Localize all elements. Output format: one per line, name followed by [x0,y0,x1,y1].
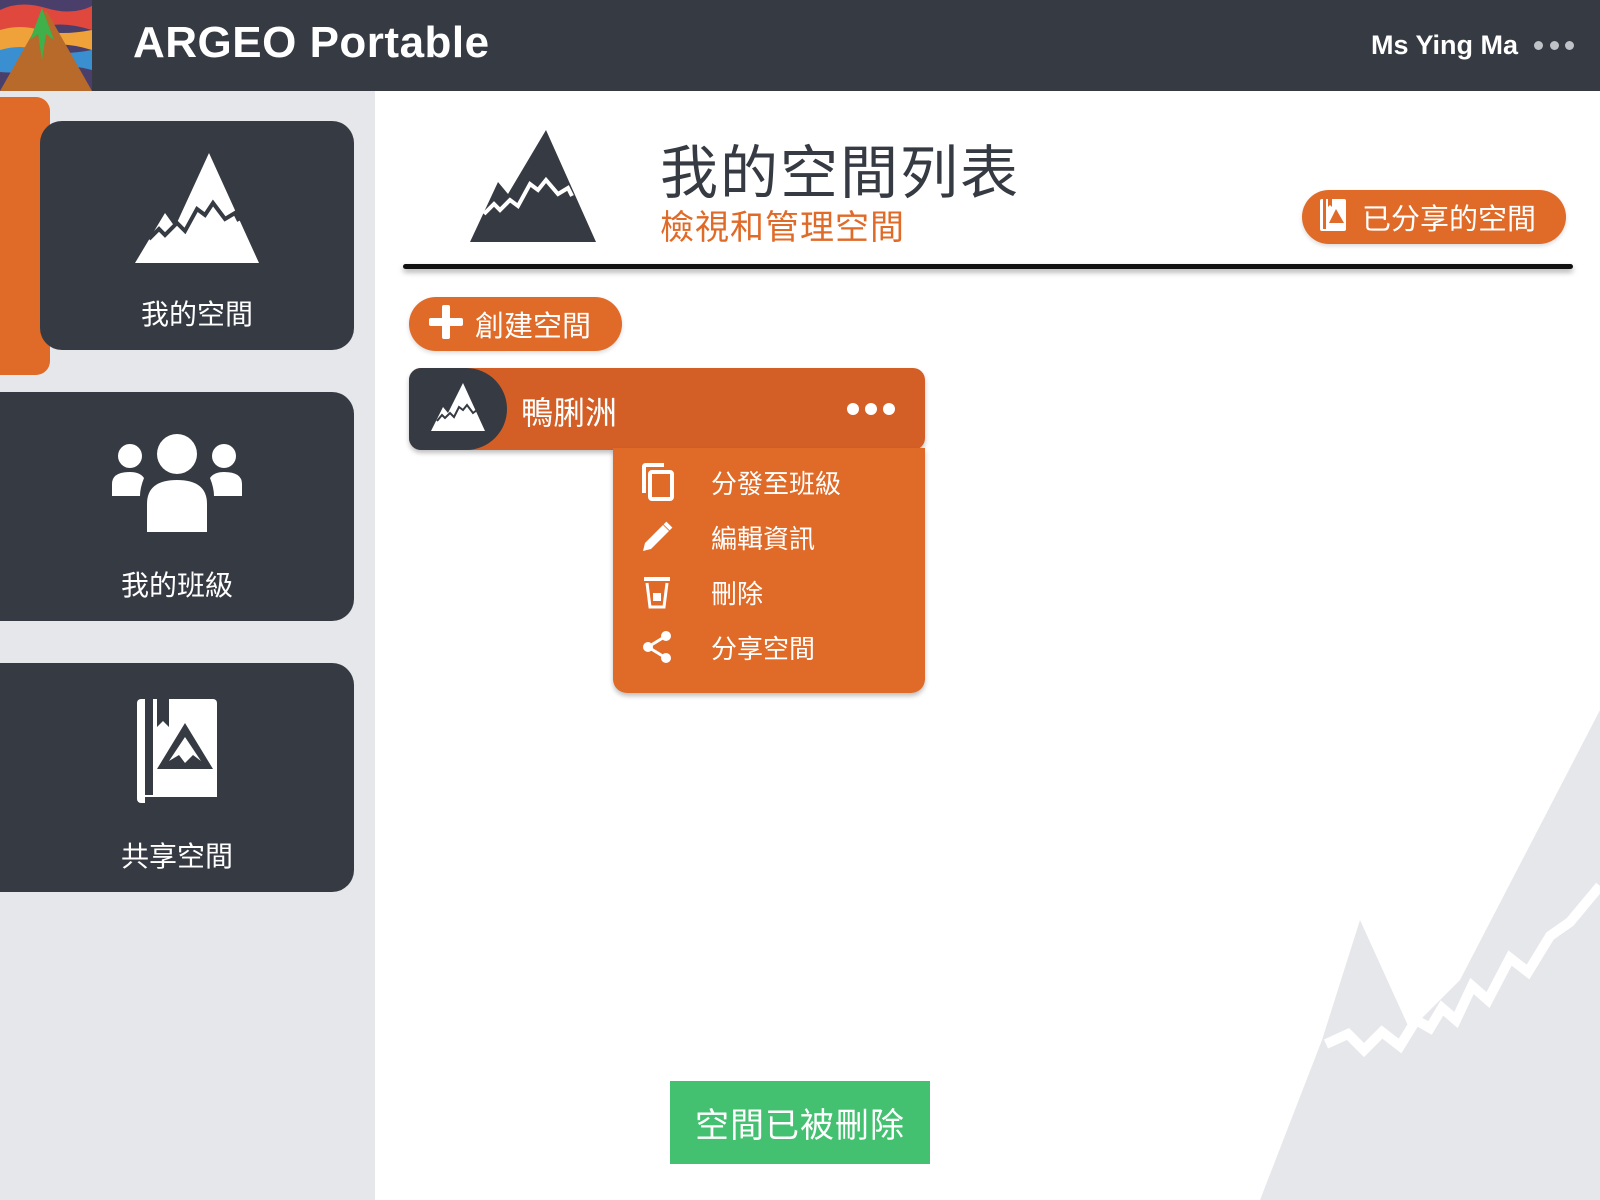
space-name: 鴨脷洲 [521,394,618,432]
menu-item-delete[interactable]: 刪除 [613,566,925,618]
menu-item-label: 刪除 [711,579,764,610]
menu-item-label: 分享空間 [711,634,816,665]
menu-item-distribute[interactable]: 分發至班級 [613,456,925,508]
sidebar-item-my-classes[interactable]: 我的班級 [0,392,354,621]
create-space-button[interactable]: 創建空間 [409,297,622,351]
share-icon [637,631,677,663]
users-icon [0,432,354,532]
sidebar-item-label: 共享空間 [120,840,233,873]
sidebar-item-label: 我的空間 [140,298,253,331]
list-item[interactable]: 鴨脷洲 [409,368,925,450]
create-space-label: 創建空間 [475,309,592,343]
status-toast: 空間已被刪除 [670,1081,930,1164]
mountain-icon [431,383,485,435]
menu-item-share[interactable]: 分享空間 [613,621,925,673]
shared-spaces-label: 已分享的空間 [1362,202,1537,236]
shared-book-icon [0,699,354,811]
shared-spaces-button[interactable]: 已分享的空間 [1302,190,1566,244]
page-title: 我的空間列表 [660,139,1021,207]
sidebar-item-label: 我的班級 [120,569,233,602]
sidebar-item-shared-spaces[interactable]: 共享空間 [0,663,354,892]
mountain-icon [470,130,596,246]
sidebar-item-my-spaces[interactable]: 我的空間 [40,121,354,350]
header-divider [403,264,1573,269]
mountain-icon [40,153,354,263]
trash-icon [637,575,677,609]
user-name[interactable]: Ms Ying Ma [1371,30,1518,61]
more-horizontal-icon[interactable] [847,401,895,417]
space-thumbnail [409,368,507,450]
app-logo-icon [0,0,92,91]
menu-item-label: 編輯資訊 [711,524,816,555]
background-mountain-icon [1260,710,1600,1200]
plus-icon [429,305,463,343]
app-title: ARGEO Portable [133,18,490,67]
menu-item-edit[interactable]: 編輯資訊 [613,511,925,563]
pencil-icon [637,521,677,553]
more-horizontal-icon[interactable] [1534,30,1574,60]
menu-item-label: 分發至班級 [711,469,842,500]
space-actions-menu: 分發至班級 編輯資訊 刪除 分享空間 [613,448,925,693]
shared-book-icon [1320,199,1346,235]
copy-icon [637,463,677,501]
page-subtitle: 檢視和管理空間 [660,208,905,248]
top-bar: ARGEO Portable Ms Ying Ma [0,0,1600,91]
